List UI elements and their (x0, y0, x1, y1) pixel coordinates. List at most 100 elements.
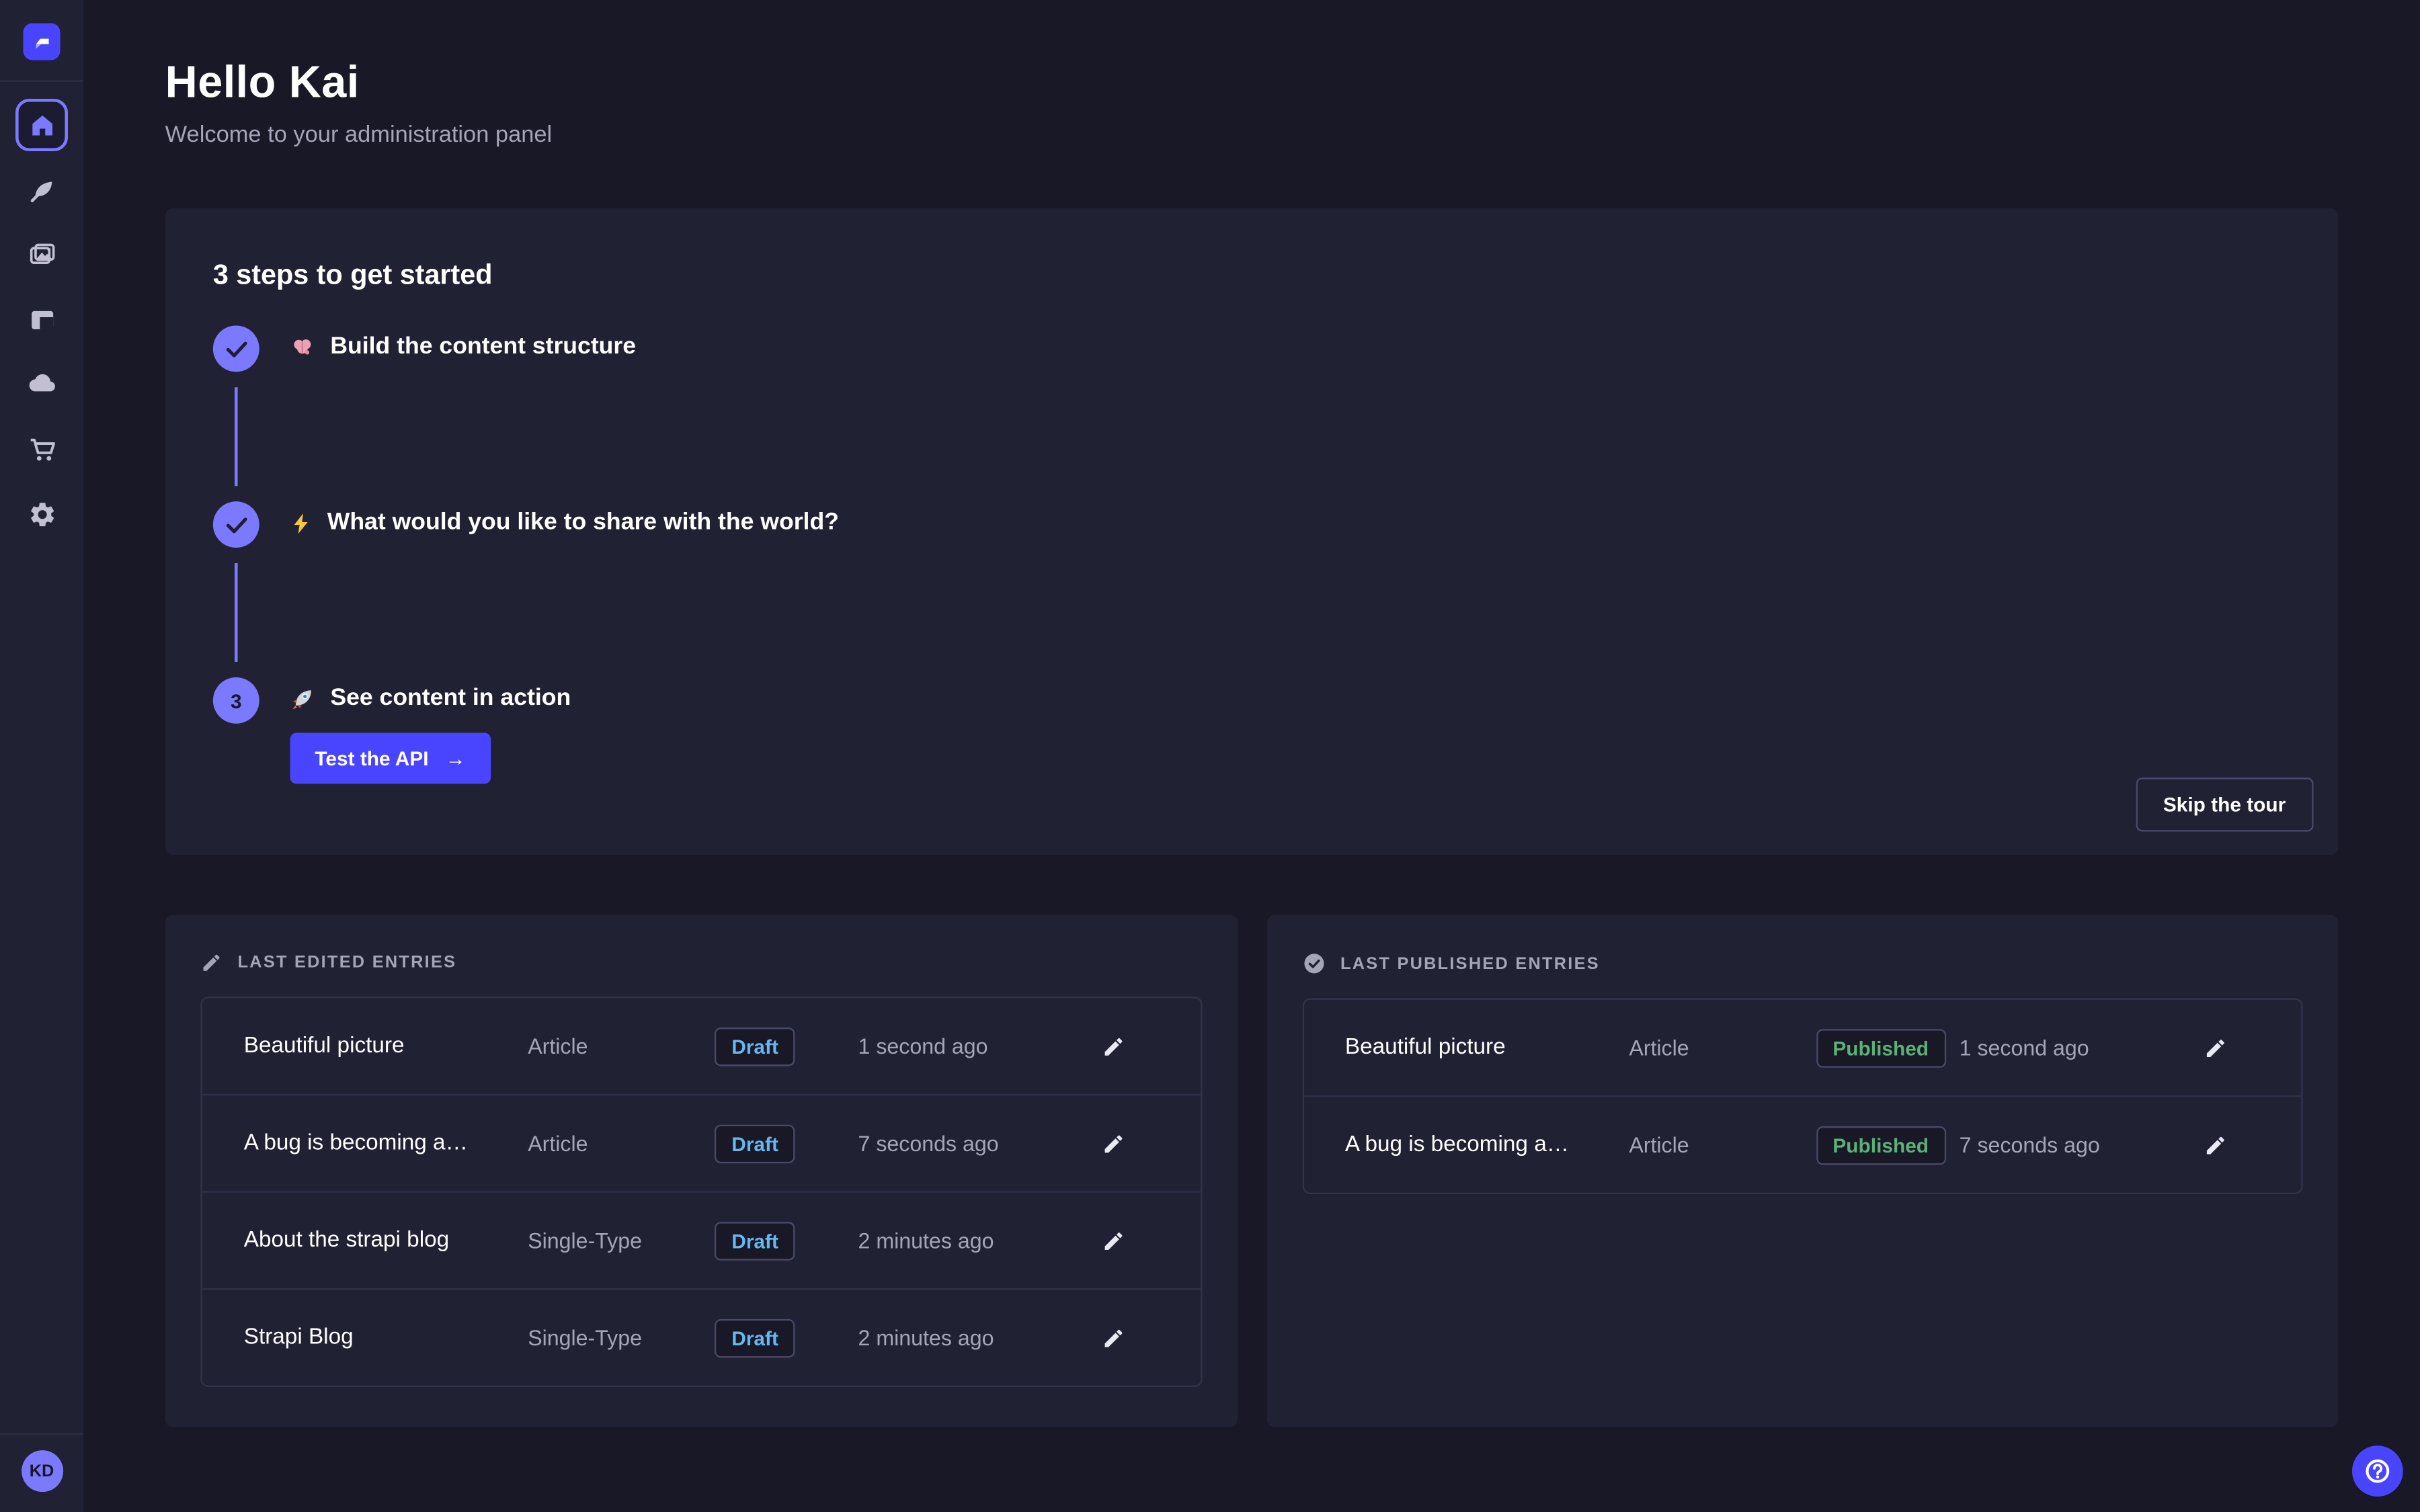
edit-entry-button[interactable] (1102, 1229, 1125, 1252)
entry-kind: Article (528, 1034, 715, 1058)
edit-entry-button[interactable] (2203, 1036, 2226, 1059)
entry-time: 2 minutes ago (858, 1325, 1102, 1350)
strapi-logo-icon (31, 31, 52, 52)
lightning-emoji-icon (290, 511, 312, 534)
home-icon (27, 110, 56, 140)
onboarding-card: 3 steps to get started (165, 208, 2339, 855)
entry-time: 1 second ago (858, 1034, 1102, 1058)
test-the-api-label: Test the API (315, 747, 428, 769)
entry-time: 1 second ago (1960, 1036, 2204, 1060)
step-2-rail (213, 501, 259, 677)
entry-kind: Single-Type (528, 1228, 715, 1253)
entry-time: 7 seconds ago (858, 1131, 1102, 1156)
main-content: Hello Kai Welcome to your administration… (83, 0, 2420, 1512)
step-3-label: See content in action (330, 685, 571, 712)
check-circle-icon (1302, 952, 1325, 975)
onboarding-step-1: Build the content structure (213, 325, 2289, 501)
entries-panels: LAST EDITED ENTRIES Beautiful picture Ar… (165, 915, 2339, 1427)
entry-kind: Article (1629, 1132, 1816, 1157)
last-edited-panel: LAST EDITED ENTRIES Beautiful picture Ar… (165, 915, 1238, 1427)
layout-window-icon (27, 304, 56, 334)
entry-status-badge: Draft (715, 1027, 795, 1065)
step-1-title[interactable]: Build the content structure (290, 333, 636, 361)
last-edited-header: LAST EDITED ENTRIES (200, 952, 1201, 974)
edit-entry-button[interactable] (1102, 1326, 1125, 1349)
strapi-logo[interactable] (23, 23, 60, 60)
step-1-rail (213, 325, 259, 501)
gear-icon (27, 499, 56, 529)
sidebar-item-marketplace[interactable] (15, 423, 68, 475)
last-published-title: LAST PUBLISHED ENTRIES (1340, 954, 1600, 973)
sidebar-bottom-divider (0, 1433, 83, 1435)
entry-status-badge: Draft (715, 1124, 795, 1163)
entry-title: Beautiful picture (244, 1034, 528, 1058)
entries-table: Beautiful picture Article Draft 1 second… (200, 997, 1201, 1387)
arrow-right-icon: → (446, 747, 466, 769)
entry-row: Beautiful picture Article Published 1 se… (1303, 1000, 2301, 1095)
step-1-done-circle (213, 325, 259, 372)
user-avatar[interactable]: KD (21, 1450, 63, 1492)
page-subtitle: Welcome to your administration panel (165, 122, 2339, 148)
step-3-rail: 3 (213, 677, 259, 784)
pencil-icon (1102, 1229, 1125, 1252)
onboarding-step-3: 3 See content in action (213, 677, 2289, 784)
pencil-icon (2203, 1036, 2226, 1059)
brain-emoji-icon (290, 335, 315, 360)
entry-status-badge: Draft (715, 1221, 795, 1259)
entry-row: A bug is becoming a… Article Draft 7 sec… (202, 1094, 1200, 1191)
sidebar-item-settings[interactable] (15, 488, 68, 540)
entry-status-badge: Draft (715, 1318, 795, 1357)
step-1-body: Build the content structure (290, 325, 636, 501)
entry-title: A bug is becoming a… (244, 1131, 528, 1156)
shopping-cart-icon (27, 434, 56, 464)
sidebar-item-media-library[interactable] (15, 228, 68, 281)
help-button[interactable] (2352, 1445, 2403, 1497)
sidebar-item-home[interactable] (15, 99, 68, 151)
sidebar-bottom: KD (0, 1433, 83, 1512)
strapi-dashboard: KD Hello Kai Welcome to your administrat… (0, 0, 2420, 1512)
pencil-icon (1102, 1132, 1125, 1154)
entry-row: About the strapi blog Single-Type Draft … (202, 1191, 1200, 1288)
edit-entry-button[interactable] (2203, 1133, 2226, 1156)
entry-title: A bug is becoming a… (1345, 1132, 1629, 1157)
entry-row: Beautiful picture Article Draft 1 second… (202, 998, 1200, 1093)
last-published-header: LAST PUBLISHED ENTRIES (1302, 952, 2303, 975)
sidebar: KD (0, 0, 83, 1512)
edit-entry-button[interactable] (1102, 1034, 1125, 1057)
step-2-body: What would you like to share with the wo… (290, 501, 839, 677)
entry-time: 2 minutes ago (858, 1228, 1102, 1253)
step-2-title[interactable]: What would you like to share with the wo… (290, 509, 839, 537)
check-icon (213, 501, 259, 548)
sidebar-item-cloud[interactable] (15, 358, 68, 411)
check-icon (213, 325, 259, 372)
sidebar-item-content-manager[interactable] (15, 163, 68, 216)
feather-pen-icon (27, 175, 56, 205)
entry-kind: Article (1629, 1036, 1816, 1060)
entry-time: 7 seconds ago (1960, 1132, 2204, 1157)
last-published-panel: LAST PUBLISHED ENTRIES Beautiful picture… (1266, 915, 2339, 1427)
step-3-title[interactable]: See content in action (290, 685, 571, 712)
step-1-label: Build the content structure (330, 333, 636, 361)
step-connector (235, 387, 238, 486)
pencil-icon (1102, 1326, 1125, 1349)
onboarding-step-2: What would you like to share with the wo… (213, 501, 2289, 677)
step-connector (235, 563, 238, 662)
entry-kind: Single-Type (528, 1325, 715, 1350)
pencil-icon (1102, 1034, 1125, 1057)
entry-status-badge: Published (1816, 1126, 1945, 1164)
test-the-api-button[interactable]: Test the API → (290, 733, 491, 784)
entry-kind: Article (528, 1131, 715, 1156)
last-edited-title: LAST EDITED ENTRIES (238, 954, 457, 972)
step-3-number-circle: 3 (213, 677, 259, 724)
entry-title: Beautiful picture (1345, 1036, 1629, 1060)
edit-entry-button[interactable] (1102, 1132, 1125, 1154)
pencil-icon (200, 952, 222, 974)
sidebar-divider (0, 80, 83, 81)
media-pictures-icon (27, 240, 56, 269)
entry-title: About the strapi blog (244, 1228, 528, 1253)
rocket-emoji-icon (290, 687, 315, 712)
sidebar-item-content-type-builder[interactable] (15, 293, 68, 345)
entry-status-badge: Published (1816, 1028, 1945, 1066)
skip-the-tour-button[interactable]: Skip the tour (2136, 778, 2314, 831)
entry-title: Strapi Blog (244, 1325, 528, 1350)
